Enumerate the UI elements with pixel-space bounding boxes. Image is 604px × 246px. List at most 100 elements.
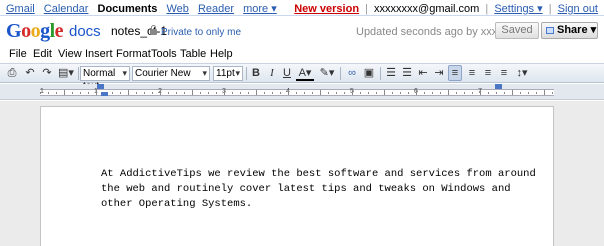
text-color-label: A: [298, 67, 306, 79]
style-select[interactable]: Normal text: [80, 66, 130, 92]
ruler-tick: [184, 92, 185, 94]
ruler-tick: [472, 92, 473, 94]
document-body[interactable]: At AddictiveTips we review the best soft…: [101, 167, 536, 212]
privacy-status[interactable]: Private to only me: [150, 25, 241, 38]
decrease-indent-icon[interactable]: ⇤: [416, 66, 430, 81]
ruler-tick: [464, 92, 465, 94]
separator: |: [548, 3, 552, 15]
reader-link[interactable]: Reader: [198, 3, 234, 15]
ruler-tick: [312, 92, 313, 94]
ruler-tick: [256, 90, 257, 95]
ruler-tick: [208, 92, 209, 94]
new-version-link[interactable]: New version: [294, 3, 359, 15]
menu-tools[interactable]: Tools: [151, 48, 177, 60]
highlight-color-icon[interactable]: ✎▾: [318, 66, 336, 81]
ruler-tick: [144, 92, 145, 94]
bold-button[interactable]: B: [249, 66, 263, 81]
ruler-tick: [224, 90, 225, 95]
sign-out-link[interactable]: Sign out: [558, 3, 598, 15]
link-icon[interactable]: ∞: [344, 66, 360, 81]
menu-help[interactable]: Help: [210, 48, 233, 60]
toolbar-separator: [380, 67, 381, 80]
line-spacing-icon[interactable]: ↕▾: [513, 66, 531, 81]
font-select[interactable]: Courier New: [132, 66, 210, 81]
gmail-link[interactable]: Gmail: [6, 3, 35, 15]
docs-logo-word: docs: [69, 23, 101, 40]
first-line-indent-marker[interactable]: [101, 92, 108, 96]
ruler-tick: [200, 92, 201, 94]
align-center-icon[interactable]: ≡: [465, 66, 479, 81]
ruler-tick: [544, 90, 545, 95]
ruler-tick: [488, 92, 489, 94]
settings-link[interactable]: Settings ▾: [494, 3, 542, 15]
ruler-tick: [272, 92, 273, 94]
ruler-tick: [152, 92, 153, 94]
document-page[interactable]: At AddictiveTips we review the best soft…: [40, 106, 554, 246]
menu-format[interactable]: Format: [116, 48, 151, 60]
document-line: the web and routinely cover latest tips …: [101, 183, 511, 195]
ruler-tick: [504, 92, 505, 94]
ruler-tick: [72, 92, 73, 94]
left-indent-marker[interactable]: [97, 84, 104, 89]
google-logo[interactable]: Google: [6, 20, 64, 43]
menu-table[interactable]: Table: [180, 48, 206, 60]
toolbar-separator: [78, 67, 79, 80]
menu-file[interactable]: File: [9, 48, 27, 60]
ruler-tick: [552, 92, 553, 94]
underline-button[interactable]: U: [280, 66, 294, 81]
text-color-button[interactable]: A▾: [296, 66, 314, 81]
ruler-scale: 12345671: [40, 88, 554, 96]
documents-link[interactable]: Documents: [98, 3, 158, 15]
ruler-tick: [496, 92, 497, 94]
ruler-tick: [136, 92, 137, 94]
account-email: xxxxxxxx@gmail.com: [374, 3, 480, 15]
ruler-tick: [64, 90, 65, 95]
share-label: Share ▾: [557, 24, 597, 36]
ruler-tick: [344, 92, 345, 94]
ruler-tick: [56, 92, 57, 94]
ruler-tick: [168, 92, 169, 94]
ruler-tick: [512, 90, 513, 95]
saved-button[interactable]: Saved: [495, 22, 539, 39]
ruler-number: 1: [40, 88, 44, 95]
right-indent-marker[interactable]: [495, 84, 502, 89]
image-icon[interactable]: ▣: [362, 66, 376, 81]
ruler-tick: [376, 92, 377, 94]
menu-insert[interactable]: Insert: [85, 48, 113, 60]
ruler-tick: [432, 92, 433, 94]
align-right-icon[interactable]: ≡: [481, 66, 495, 81]
increase-indent-icon[interactable]: ⇥: [432, 66, 446, 81]
web-link[interactable]: Web: [166, 3, 188, 15]
menu-edit[interactable]: Edit: [33, 48, 52, 60]
ruler-tick: [304, 92, 305, 94]
ruler-tick: [408, 92, 409, 94]
print-icon[interactable]: ⎙: [5, 66, 19, 81]
ruler-tick: [384, 90, 385, 95]
ruler-tick: [448, 90, 449, 95]
paint-format-icon[interactable]: ▤▾: [57, 66, 75, 81]
share-button[interactable]: Share ▾: [541, 22, 598, 39]
ruler-tick: [160, 90, 161, 95]
redo-icon[interactable]: ↷: [40, 66, 54, 81]
ruler-tick: [336, 92, 337, 94]
calendar-link[interactable]: Calendar: [44, 3, 89, 15]
size-select[interactable]: 11pt: [213, 66, 243, 81]
italic-button[interactable]: I: [265, 66, 279, 81]
menu-view[interactable]: View: [58, 48, 82, 60]
ruler: 12345671: [0, 84, 604, 100]
bulleted-list-icon[interactable]: ☰: [400, 66, 414, 81]
toolbar-separator: [246, 67, 247, 80]
ruler-tick: [288, 90, 289, 95]
ruler-tick: [216, 92, 217, 94]
ruler-tick: [296, 92, 297, 94]
more-link[interactable]: more ▾: [243, 3, 277, 15]
ruler-tick: [536, 92, 537, 94]
ruler-tick: [80, 92, 81, 94]
ruler-tick: [248, 92, 249, 94]
align-left-icon[interactable]: ≡: [448, 65, 462, 81]
google-bar: Gmail Calendar Documents Web Reader more…: [0, 0, 604, 16]
undo-icon[interactable]: ↶: [23, 66, 37, 81]
ruler-tick: [392, 92, 393, 94]
numbered-list-icon[interactable]: ☰: [384, 66, 398, 81]
justify-icon[interactable]: ≡: [497, 66, 511, 81]
